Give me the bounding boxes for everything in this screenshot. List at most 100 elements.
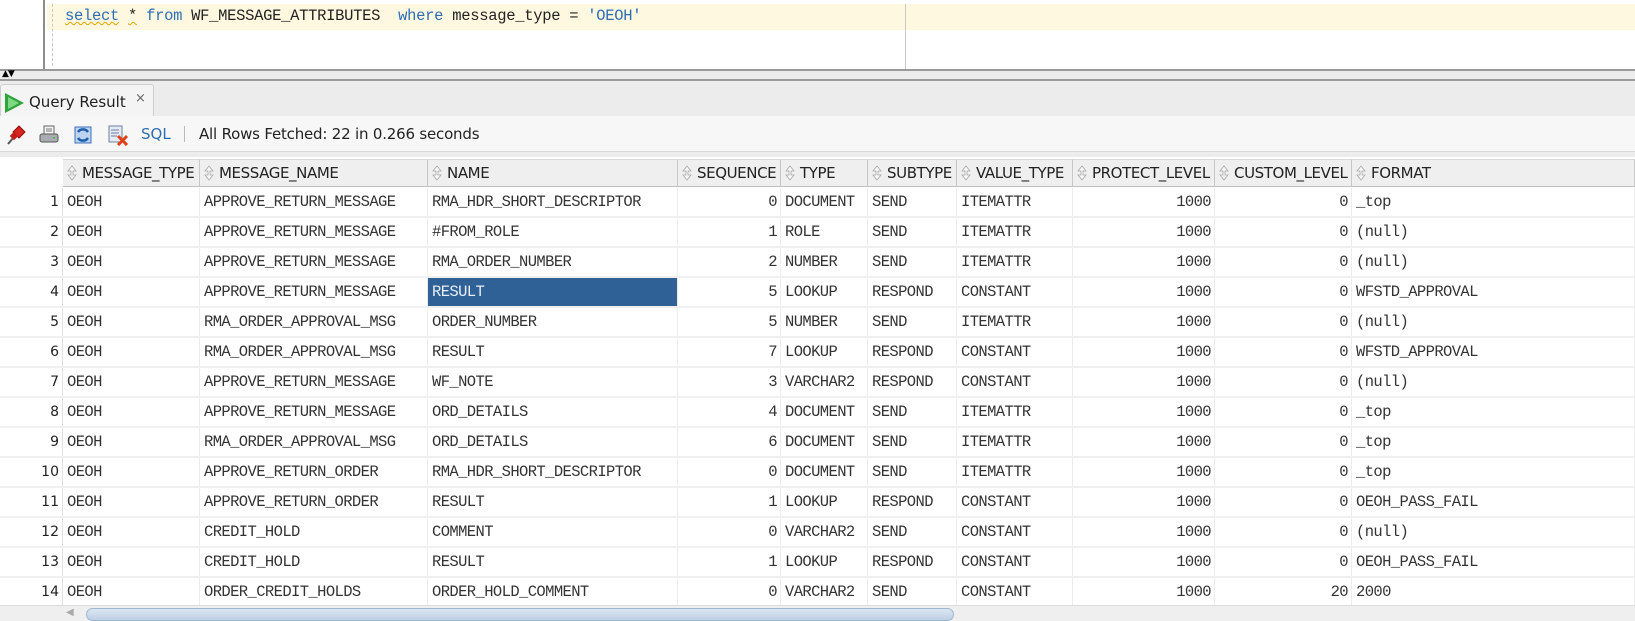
row-number[interactable]: 10 <box>0 458 63 486</box>
cell-format[interactable]: OEOH_PASS_FAIL <box>1352 548 1635 576</box>
cell-value-type[interactable]: ITEMATTR <box>957 308 1073 336</box>
column-header-name[interactable]: NAME <box>428 159 678 187</box>
row-number[interactable]: 11 <box>0 488 63 516</box>
cell-message-type[interactable]: OEOH <box>63 248 200 276</box>
cell-message-name[interactable]: APPROVE_RETURN_MESSAGE <box>200 368 428 396</box>
sort-icon[interactable] <box>961 165 971 181</box>
cell-message-name[interactable]: CREDIT_HOLD <box>200 548 428 576</box>
cell-subtype[interactable]: SEND <box>868 428 957 456</box>
cell-protect-level[interactable]: 1000 <box>1073 248 1215 276</box>
table-row[interactable]: 8 OEOH APPROVE_RETURN_MESSAGE ORD_DETAILS 4 D… <box>0 398 1635 428</box>
cell-subtype[interactable]: SEND <box>868 188 957 216</box>
cell-sequence[interactable]: 0 <box>678 188 781 216</box>
cell-protect-level[interactable]: 1000 <box>1073 278 1215 306</box>
cell-protect-level[interactable]: 1000 <box>1073 428 1215 456</box>
cell-protect-level[interactable]: 1000 <box>1073 308 1215 336</box>
column-header-custom-level[interactable]: CUSTOM_LEVEL <box>1215 159 1352 187</box>
table-row[interactable]: 10 OEOH APPROVE_RETURN_ORDER RMA_HDR_SHORT_… <box>0 458 1635 488</box>
row-number[interactable]: 14 <box>0 578 63 605</box>
table-row[interactable]: 1 OEOH APPROVE_RETURN_MESSAGE RMA_HDR_SHORT… <box>0 188 1635 218</box>
cell-protect-level[interactable]: 1000 <box>1073 548 1215 576</box>
cell-format[interactable]: (null) <box>1352 248 1635 276</box>
cell-type[interactable]: NUMBER <box>781 248 868 276</box>
cell-format[interactable]: (null) <box>1352 308 1635 336</box>
cell-value-type[interactable]: ITEMATTR <box>957 458 1073 486</box>
cell-type[interactable]: NUMBER <box>781 308 868 336</box>
cell-custom-level[interactable]: 0 <box>1215 368 1352 396</box>
cell-value-type[interactable]: CONSTANT <box>957 338 1073 366</box>
table-row[interactable]: 2 OEOH APPROVE_RETURN_MESSAGE #FROM_ROLE 1 RO… <box>0 218 1635 248</box>
cell-type[interactable]: ROLE <box>781 218 868 246</box>
cell-format[interactable]: (null) <box>1352 518 1635 546</box>
cell-sequence[interactable]: 2 <box>678 248 781 276</box>
cell-name[interactable]: RMA_ORDER_NUMBER <box>428 248 678 276</box>
cell-protect-level[interactable]: 1000 <box>1073 578 1215 605</box>
cell-format[interactable]: WFSTD_APPROVAL <box>1352 278 1635 306</box>
tab-query-result[interactable]: Query Result × <box>0 84 154 117</box>
cell-format[interactable]: _top <box>1352 458 1635 486</box>
sort-icon[interactable] <box>1356 165 1366 181</box>
cell-name[interactable]: RESULT <box>428 488 678 516</box>
sql-worksheet-editor[interactable]: select * from WF_MESSAGE_ATTRIBUTES wher… <box>0 0 1635 71</box>
cell-value-type[interactable]: ITEMATTR <box>957 428 1073 456</box>
cell-value-type[interactable]: ITEMATTR <box>957 218 1073 246</box>
column-header-format[interactable]: FORMAT <box>1352 159 1635 187</box>
cell-format[interactable]: 2000 <box>1352 578 1635 605</box>
table-row[interactable]: 7 OEOH APPROVE_RETURN_MESSAGE WF_NOTE 3 VARCH… <box>0 368 1635 398</box>
cell-message-type[interactable]: OEOH <box>63 578 200 605</box>
cell-format[interactable]: OEOH_PASS_FAIL <box>1352 488 1635 516</box>
cell-message-name[interactable]: ORDER_CREDIT_HOLDS <box>200 578 428 605</box>
cell-message-name[interactable]: APPROVE_RETURN_MESSAGE <box>200 398 428 426</box>
cell-name[interactable]: COMMENT <box>428 518 678 546</box>
cell-value-type[interactable]: CONSTANT <box>957 548 1073 576</box>
cell-message-type[interactable]: OEOH <box>63 428 200 456</box>
sort-icon[interactable] <box>682 165 692 181</box>
cell-protect-level[interactable]: 1000 <box>1073 518 1215 546</box>
cell-value-type[interactable]: ITEMATTR <box>957 248 1073 276</box>
sort-icon[interactable] <box>1077 165 1087 181</box>
cell-name[interactable]: RMA_HDR_SHORT_DESCRIPTOR <box>428 458 678 486</box>
cell-message-type[interactable]: OEOH <box>63 518 200 546</box>
cell-custom-level[interactable]: 0 <box>1215 548 1352 576</box>
table-row[interactable]: 14 OEOH ORDER_CREDIT_HOLDS ORDER_HOLD_COMME… <box>0 578 1635 605</box>
row-number[interactable]: 5 <box>0 308 63 336</box>
column-header-message-name[interactable]: MESSAGE_NAME <box>200 159 428 187</box>
cell-message-type[interactable]: OEOH <box>63 308 200 336</box>
cell-subtype[interactable]: RESPOND <box>868 338 957 366</box>
cell-sequence[interactable]: 5 <box>678 278 781 306</box>
cell-name[interactable]: ORDER_NUMBER <box>428 308 678 336</box>
cell-custom-level[interactable]: 0 <box>1215 398 1352 426</box>
table-row[interactable]: 11 OEOH APPROVE_RETURN_ORDER RESULT 1 LOOKUP R… <box>0 488 1635 518</box>
row-number[interactable]: 6 <box>0 338 63 366</box>
cell-format[interactable]: WFSTD_APPROVAL <box>1352 338 1635 366</box>
cell-custom-level[interactable]: 0 <box>1215 248 1352 276</box>
row-number[interactable]: 7 <box>0 368 63 396</box>
cell-name[interactable]: RESULT <box>428 278 678 306</box>
close-icon[interactable]: × <box>135 91 146 106</box>
cell-subtype[interactable]: SEND <box>868 308 957 336</box>
row-number[interactable]: 4 <box>0 278 63 306</box>
column-header-value-type[interactable]: VALUE_TYPE <box>957 159 1073 187</box>
cell-subtype[interactable]: RESPOND <box>868 278 957 306</box>
cell-message-name[interactable]: RMA_ORDER_APPROVAL_MSG <box>200 308 428 336</box>
collapse-expand-arrows-icon[interactable]: ▲▼ <box>2 69 15 79</box>
print-icon[interactable] <box>38 124 60 146</box>
cell-name[interactable]: RMA_HDR_SHORT_DESCRIPTOR <box>428 188 678 216</box>
cell-message-name[interactable]: RMA_ORDER_APPROVAL_MSG <box>200 428 428 456</box>
cell-custom-level[interactable]: 0 <box>1215 218 1352 246</box>
cell-message-type[interactable]: OEOH <box>63 368 200 396</box>
cell-subtype[interactable]: RESPOND <box>868 368 957 396</box>
view-sql-button[interactable]: SQL <box>141 125 171 143</box>
table-row[interactable]: 5 OEOH RMA_ORDER_APPROVAL_MSG ORDER_NUMBER 5… <box>0 308 1635 338</box>
scrollbar-thumb[interactable] <box>86 608 954 621</box>
cell-message-type[interactable]: OEOH <box>63 278 200 306</box>
cell-value-type[interactable]: CONSTANT <box>957 518 1073 546</box>
row-number[interactable]: 3 <box>0 248 63 276</box>
cell-message-name[interactable]: APPROVE_RETURN_MESSAGE <box>200 218 428 246</box>
results-grid[interactable]: MESSAGE_TYPE MESSAGE_NAME NAME SEQUENCE TYPE… <box>0 157 1635 605</box>
cell-sequence[interactable]: 1 <box>678 488 781 516</box>
cell-protect-level[interactable]: 1000 <box>1073 488 1215 516</box>
horizontal-scrollbar[interactable]: ◀ <box>0 605 1635 621</box>
cell-subtype[interactable]: SEND <box>868 458 957 486</box>
row-number[interactable]: 9 <box>0 428 63 456</box>
